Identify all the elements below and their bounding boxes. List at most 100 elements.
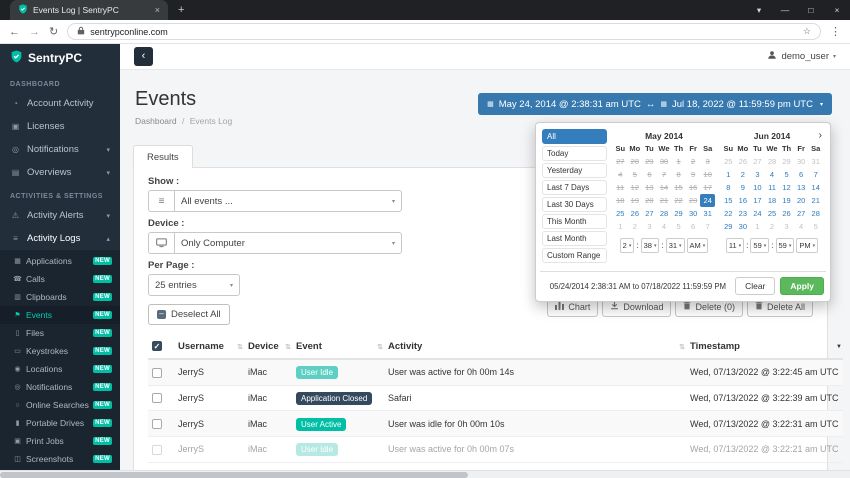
sidebar-item-overviews[interactable]: ▤Overviews▾ [0, 161, 120, 184]
calendar-day[interactable]: 14 [808, 181, 823, 194]
user-menu[interactable]: demo_user ▾ [767, 50, 836, 63]
calendar-day[interactable]: 11 [765, 181, 780, 194]
calendar-day[interactable]: 18 [765, 194, 780, 207]
next-month-icon[interactable]: › [819, 129, 822, 143]
calendar-day[interactable]: 26 [628, 207, 643, 220]
calendar-day[interactable]: 9 [736, 181, 751, 194]
sidebar-subitem-locations[interactable]: ◉LocationsNEW [0, 360, 120, 378]
calendar-day[interactable]: 1 [721, 168, 736, 181]
range-option-custom-range[interactable]: Custom Range [542, 248, 607, 263]
back-icon[interactable]: ← [9, 26, 20, 38]
show-select[interactable]: All events ... ▾ [174, 190, 402, 212]
row-checkbox[interactable] [152, 393, 162, 403]
sidebar-subitem-clipboards[interactable]: ▥ClipboardsNEW [0, 288, 120, 306]
browser-tab[interactable]: Events Log | SentryPC × [10, 0, 168, 20]
calendar-day[interactable]: 22 [721, 207, 736, 220]
sidebar-subitem-portable-drives[interactable]: ▮Portable DrivesNEW [0, 414, 120, 432]
sidebar-item-activity-alerts[interactable]: ⚠Activity Alerts▾ [0, 204, 120, 227]
range-option-yesterday[interactable]: Yesterday [542, 163, 607, 178]
hour-select[interactable]: 2▾ [620, 238, 635, 253]
col-event[interactable]: Event⇅ [292, 335, 384, 359]
row-checkbox[interactable] [152, 368, 162, 378]
ampm-select[interactable]: PM▾ [796, 238, 818, 253]
calendar-day[interactable]: 24 [750, 207, 765, 220]
ampm-select[interactable]: AM▾ [687, 238, 709, 253]
forward-icon[interactable]: → [29, 26, 40, 38]
reload-icon[interactable]: ↻ [49, 25, 58, 38]
deselect-all-button[interactable]: – Deselect All [148, 304, 230, 325]
horizontal-scrollbar[interactable] [0, 470, 850, 478]
select-all-checkbox[interactable]: ✓ [152, 341, 162, 351]
calendar-day[interactable]: 17 [750, 194, 765, 207]
sidebar-subitem-keystrokes[interactable]: ▭KeystrokesNEW [0, 342, 120, 360]
calendar-day[interactable]: 7 [808, 168, 823, 181]
calendar-day[interactable]: 30 [686, 207, 701, 220]
calendar-day[interactable]: 25 [765, 207, 780, 220]
sidebar-item-activity-logs[interactable]: ≡Activity Logs▴ [0, 227, 120, 250]
calendar-day[interactable]: 28 [657, 207, 672, 220]
sidebar-toggle-button[interactable]: ‹ [134, 47, 153, 66]
bookmark-star-icon[interactable]: ☆ [803, 26, 811, 37]
range-option-last-30-days[interactable]: Last 30 Days [542, 197, 607, 212]
calendar-day[interactable]: 6 [794, 168, 809, 181]
calendar-day[interactable]: 26 [779, 207, 794, 220]
calendar-day[interactable]: 23 [736, 207, 751, 220]
minimize-button[interactable]: — [772, 5, 798, 15]
sidebar-subitem-files[interactable]: ▯FilesNEW [0, 324, 120, 342]
second-select[interactable]: 31▾ [666, 238, 685, 253]
calendar-day[interactable]: 24 [700, 194, 715, 207]
calendar-day[interactable]: 20 [794, 194, 809, 207]
sidebar-subitem-print-jobs[interactable]: ▣Print JobsNEW [0, 432, 120, 450]
range-option-this-month[interactable]: This Month [542, 214, 607, 229]
second-select[interactable]: 59▾ [776, 238, 795, 253]
calendar-day[interactable]: 30 [736, 220, 751, 233]
sidebar-subitem-applications[interactable]: ▦ApplicationsNEW [0, 252, 120, 270]
row-checkbox[interactable] [152, 445, 162, 455]
calendar-day[interactable]: 4 [765, 168, 780, 181]
calendar-day[interactable]: 13 [794, 181, 809, 194]
calendar-day[interactable]: 21 [808, 194, 823, 207]
calendar-day[interactable]: 8 [721, 181, 736, 194]
col-timestamp[interactable]: Timestamp▼ [686, 335, 843, 359]
range-option-last-month[interactable]: Last Month [542, 231, 607, 246]
sidebar-subitem-online-searches[interactable]: ○Online SearchesNEW [0, 396, 120, 414]
calendar-day[interactable]: 25 [613, 207, 628, 220]
calendar-day[interactable]: 27 [794, 207, 809, 220]
calendar-day[interactable]: 16 [736, 194, 751, 207]
minute-select[interactable]: 59▾ [750, 238, 769, 253]
sidebar-subitem-calls[interactable]: ☎CallsNEW [0, 270, 120, 288]
calendar-day[interactable]: 19 [779, 194, 794, 207]
apply-button[interactable]: Apply [780, 277, 824, 295]
range-option-all[interactable]: All [542, 129, 607, 144]
col-device[interactable]: Device⇅ [244, 335, 292, 359]
col-username[interactable]: Username⇅ [174, 335, 244, 359]
calendar-day[interactable]: 12 [779, 181, 794, 194]
sidebar-item-notifications[interactable]: ◎Notifications▾ [0, 138, 120, 161]
calendar-day[interactable]: 15 [721, 194, 736, 207]
sidebar-subitem-notifications[interactable]: ◎NotificationsNEW [0, 378, 120, 396]
breadcrumb-dashboard[interactable]: Dashboard [135, 116, 177, 126]
menu-dots-icon[interactable]: ⋮ [830, 25, 841, 38]
hour-select[interactable]: 11▾ [726, 238, 744, 253]
sidebar-item-account-activity[interactable]: ◔Account Activity [0, 92, 120, 115]
address-bar[interactable]: sentrypconline.com ☆ [67, 23, 821, 40]
calendar-day[interactable]: 2 [736, 168, 751, 181]
tab-close-icon[interactable]: × [155, 5, 160, 15]
window-close-button[interactable]: × [824, 5, 850, 15]
range-option-today[interactable]: Today [542, 146, 607, 161]
col-activity[interactable]: Activity⇅ [384, 335, 686, 359]
scrollbar-thumb[interactable] [0, 472, 468, 478]
sidebar-subitem-screenshots[interactable]: ◫ScreenshotsNEW [0, 450, 120, 468]
new-tab-button[interactable]: + [178, 4, 184, 16]
device-select[interactable]: Only Computer ▾ [174, 232, 402, 254]
brand[interactable]: SentryPC [0, 44, 120, 72]
per-page-select[interactable]: 25 entries ▾ [148, 274, 240, 296]
calendar-day[interactable]: 5 [779, 168, 794, 181]
tab-results[interactable]: Results [133, 145, 193, 168]
clear-button[interactable]: Clear [735, 277, 775, 295]
chrome-profile-chevron-icon[interactable]: ▾ [746, 5, 772, 16]
calendar-day[interactable]: 29 [721, 220, 736, 233]
range-option-last-7-days[interactable]: Last 7 Days [542, 180, 607, 195]
calendar-day[interactable]: 28 [808, 207, 823, 220]
calendar-day[interactable]: 29 [671, 207, 686, 220]
